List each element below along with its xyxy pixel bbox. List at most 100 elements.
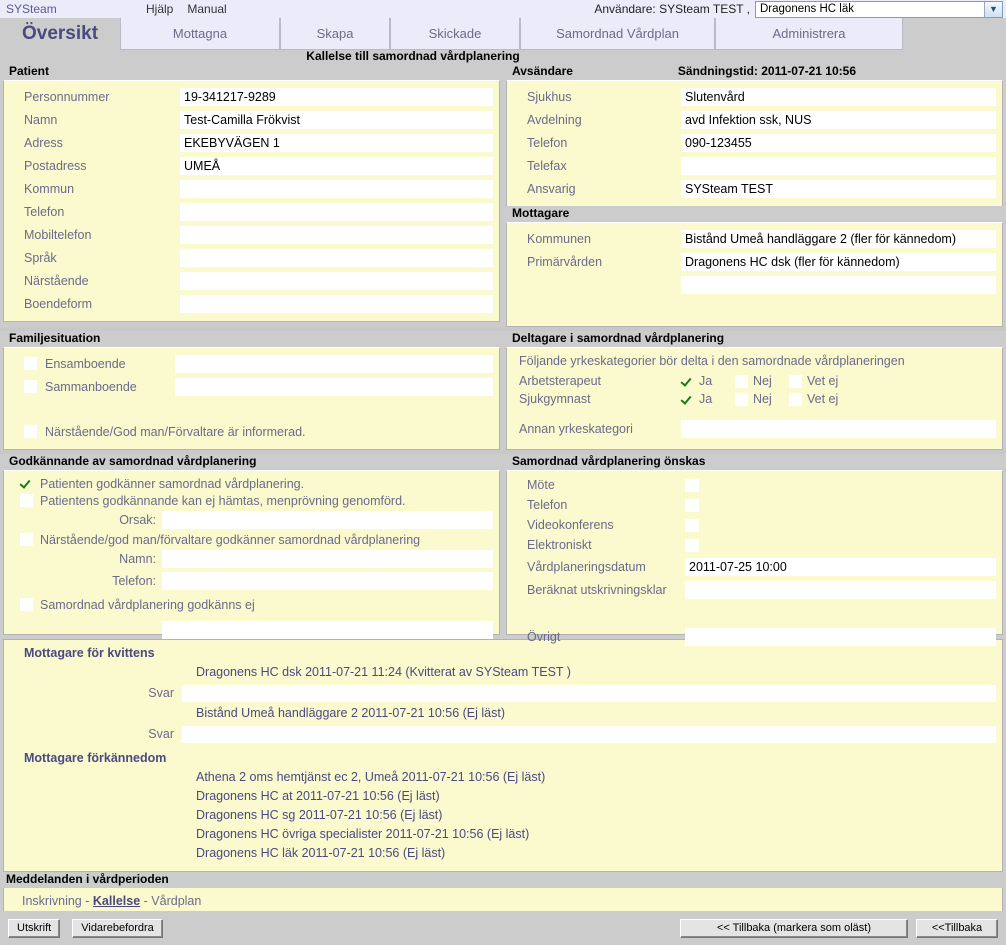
message-link-vardplan[interactable]: Vårdplan — [151, 894, 201, 908]
label-svar-1: Svar — [148, 686, 174, 700]
value-sjukhus[interactable]: Slutenvård — [681, 87, 996, 106]
unit-select[interactable]: Dragonens HC läk ▼ — [755, 0, 1003, 18]
field-row-postadress: Postadress UMEÅ — [10, 154, 493, 177]
checkbox-arbetsterapeut-ja[interactable] — [681, 374, 694, 388]
value-utskrivningsklar[interactable] — [685, 580, 996, 599]
value-vardplaneringsdatum[interactable]: 2011-07-25 10:00 — [685, 557, 996, 576]
value-denied[interactable] — [162, 621, 493, 639]
checkbox-ensamboende[interactable] — [24, 357, 37, 370]
sjukgymnast-nej[interactable]: Nej — [735, 392, 789, 406]
value-sender-telefon[interactable]: 090-123455 — [681, 133, 996, 152]
menu-item-hjalp[interactable]: Hjälp — [146, 2, 173, 16]
panel-family: Ensamboende Sammanboende Närstående/God … — [3, 347, 500, 450]
sjukgymnast-vetej[interactable]: Vet ej — [789, 392, 843, 406]
forward-button[interactable]: Vidarebefordra — [72, 918, 163, 938]
checkbox-informerad[interactable] — [24, 425, 37, 438]
print-button[interactable]: Utskrift — [8, 918, 61, 938]
value-boendeform[interactable] — [180, 294, 493, 313]
label-sammanboende: Sammanboende — [45, 379, 137, 394]
checkbox-elektroniskt[interactable] — [685, 538, 699, 552]
value-sprak[interactable] — [180, 248, 493, 267]
tab-samordnad-vardplan[interactable]: Samordnad Vårdplan — [520, 18, 715, 50]
value-mobiltelefon[interactable] — [180, 225, 493, 244]
checkbox-videokonferens[interactable] — [685, 518, 699, 532]
section-header-patient: Patient — [3, 64, 500, 80]
label-narstaende: Närstående — [24, 273, 89, 288]
arbetsterapeut-nej[interactable]: Nej — [735, 374, 789, 388]
unit-select-value: Dragonens HC läk — [760, 3, 854, 15]
value-telefax[interactable] — [681, 156, 996, 175]
checkbox-arbetsterapeut-nej[interactable] — [735, 374, 748, 388]
label-approval-namn: Namn: — [119, 552, 156, 566]
column-left-patient: Patient Personnummer 19-341217-9289 Namn… — [3, 64, 500, 327]
label-ensamboende: Ensamboende — [45, 356, 126, 371]
value-orsak[interactable] — [162, 511, 493, 529]
label-annan-yrkeskategori: Annan yrkeskategori — [519, 422, 633, 436]
value-ensamboende[interactable] — [175, 354, 493, 373]
value-svar-2[interactable] — [182, 725, 996, 743]
section-title-planning: Samordnad vårdplanering önskas — [512, 454, 706, 468]
value-postadress[interactable]: UMEÅ — [180, 156, 493, 175]
column-left-approval: Godkännande av samordnad vårdplanering P… — [3, 454, 500, 639]
participant-row-arbetsterapeut: Arbetsterapeut Ja Nej Vet ej — [513, 372, 996, 390]
tab-administrera[interactable]: Administrera — [715, 18, 903, 50]
checkbox-sammanboende[interactable] — [24, 380, 37, 393]
value-approval-telefon[interactable] — [162, 572, 493, 590]
tab-mottagna[interactable]: Mottagna — [120, 18, 280, 50]
message-link-kallelse[interactable]: Kallelse — [93, 894, 140, 908]
value-narstaende[interactable] — [180, 271, 493, 290]
label-nej: Nej — [753, 374, 772, 388]
planning-row-video: Videokonferens — [513, 515, 996, 535]
value-approval-namn[interactable] — [162, 550, 493, 568]
arbetsterapeut-vetej[interactable]: Vet ej — [789, 374, 843, 388]
field-row-namn: Namn Test-Camilla Frökvist — [10, 108, 493, 131]
receipt-entry-1: Dragonens HC dsk 2011-07-21 11:24 (Kvitt… — [196, 665, 571, 679]
value-namn[interactable]: Test-Camilla Frökvist — [180, 110, 493, 129]
value-ovrigt[interactable] — [685, 627, 996, 646]
back-mark-unread-button[interactable]: << Tillbaka (markera som oläst) — [680, 918, 908, 938]
checkbox-planning-telefon[interactable] — [685, 498, 699, 512]
value-adress[interactable]: EKEBYVÄGEN 1 — [180, 133, 493, 152]
sjukgymnast-ja[interactable]: Ja — [681, 392, 735, 406]
checkbox-arbetsterapeut-vetej[interactable] — [789, 374, 802, 388]
label-sjukhus: Sjukhus — [527, 89, 572, 104]
value-annan-yrkeskategori[interactable] — [681, 420, 996, 438]
panel-patient: Personnummer 19-341217-9289 Namn Test-Ca… — [3, 80, 500, 322]
value-svar-1[interactable] — [182, 684, 996, 702]
value-receiver-extra[interactable] — [681, 275, 996, 294]
checkbox-sjukgymnast-vetej[interactable] — [789, 392, 802, 406]
label-orsak: Orsak: — [119, 513, 156, 527]
message-link-inskrivning[interactable]: Inskrivning — [22, 894, 82, 908]
brand-label: SYSteam — [6, 2, 57, 16]
menu-item-manual[interactable]: Manual — [187, 2, 226, 16]
field-row-adress: Adress EKEBYVÄGEN 1 — [10, 131, 493, 154]
back-button[interactable]: <<Tillbaka — [916, 918, 998, 938]
label-kommunen: Kommunen — [527, 231, 591, 246]
value-ansvarig[interactable]: SYSteam TEST — [681, 179, 996, 198]
approval-row-cannot-obtain: Patientens godkännande kan ej hämtas, me… — [10, 492, 493, 509]
field-row-narstaende: Närstående — [10, 269, 493, 292]
checkbox-sjukgymnast-ja[interactable] — [681, 392, 694, 406]
checkbox-patient-approves[interactable] — [20, 477, 33, 490]
value-avdelning[interactable]: avd Infektion ssk, NUS — [681, 110, 996, 129]
field-row-approval-namn: Namn: — [10, 548, 493, 570]
value-telefon[interactable] — [180, 202, 493, 221]
tab-skickade[interactable]: Skickade — [390, 18, 520, 50]
receipt-reply-row-1: Svar — [10, 682, 996, 704]
arbetsterapeut-ja[interactable]: Ja — [681, 374, 735, 388]
checkbox-cannot-obtain[interactable] — [20, 494, 33, 507]
tab-oversikt[interactable]: Översikt — [0, 18, 120, 50]
value-kommun[interactable] — [180, 179, 493, 198]
checkbox-denied[interactable] — [20, 598, 33, 611]
section-header-participants: Deltagare i samordnad vårdplanering — [506, 331, 1003, 347]
value-sammanboende[interactable] — [175, 377, 493, 396]
checkbox-relative-approves[interactable] — [20, 533, 33, 546]
value-primarvarden[interactable]: Dragonens HC dsk (fler för kännedom) — [681, 252, 996, 271]
value-personnummer[interactable]: 19-341217-9289 — [180, 87, 493, 106]
label-vetej-2: Vet ej — [807, 392, 839, 406]
tab-skapa[interactable]: Skapa — [280, 18, 390, 50]
value-kommunen[interactable]: Bistånd Umeå handläggare 2 (fler för kän… — [681, 229, 996, 248]
checkbox-sjukgymnast-nej[interactable] — [735, 392, 748, 406]
checkbox-mote[interactable] — [685, 478, 699, 492]
approval-row-relative-approves: Närstående/god man/förvaltare godkänner … — [10, 531, 493, 548]
